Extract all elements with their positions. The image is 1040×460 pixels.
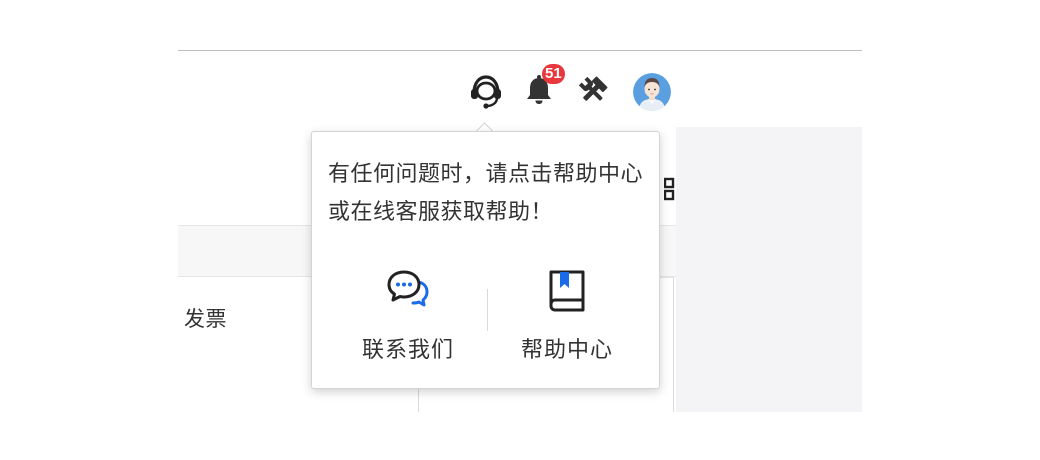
top-header: 51 — [178, 51, 862, 127]
book-icon — [545, 268, 589, 318]
help-center-label: 帮助中心 — [520, 338, 613, 363]
popover-message: 有任何问题时，请点击帮助中心或在线客服获取帮助！ — [328, 162, 644, 225]
contact-us-button[interactable]: 联系我们 — [333, 268, 483, 368]
avatar[interactable] — [633, 73, 671, 111]
help-center-button[interactable]: 帮助中心 — [492, 268, 642, 368]
tools-icon[interactable] — [576, 75, 610, 107]
grid-menu-icon[interactable] — [663, 175, 676, 201]
invoice-label: ·发票 — [178, 303, 227, 333]
notification-badge: 51 — [542, 64, 565, 84]
row-text: 发票 — [184, 307, 227, 331]
contact-us-label: 联系我们 — [361, 338, 454, 363]
headset-icon[interactable] — [466, 73, 506, 109]
chat-bubble-icon — [386, 268, 430, 314]
action-separator — [487, 289, 488, 331]
help-popover: 有任何问题时，请点击帮助中心或在线客服获取帮助！ 联系我们 帮助中心 — [311, 131, 660, 389]
